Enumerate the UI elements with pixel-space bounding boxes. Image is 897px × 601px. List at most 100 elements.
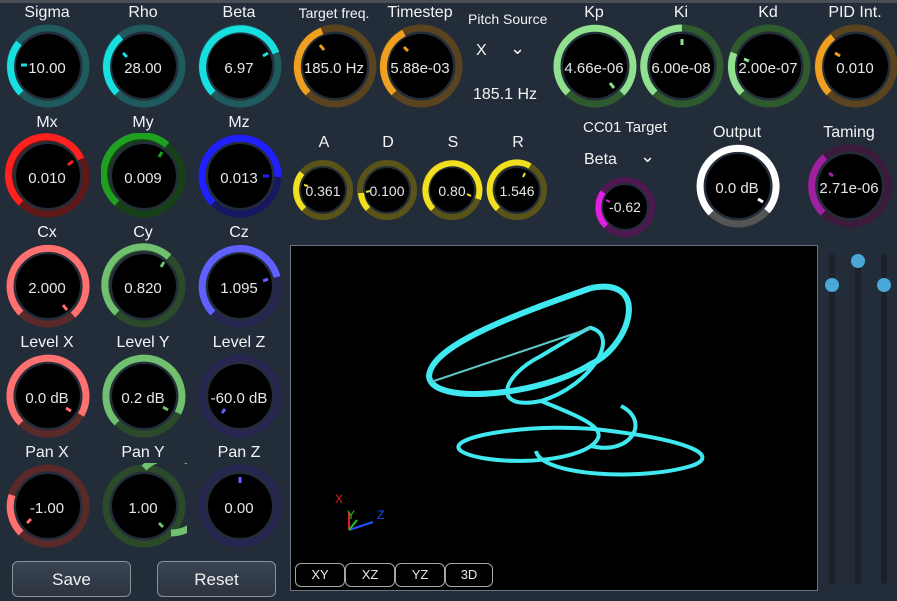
cy-value: 0.820: [124, 280, 162, 297]
pan-z-knob[interactable]: Pan Z 0.00: [194, 443, 284, 553]
ki-value: 6.00e-08: [651, 60, 711, 77]
pid-int-knob[interactable]: PID Int. 0.010: [810, 3, 897, 113]
level-y-knob[interactable]: Level Y 0.2 dB: [98, 333, 188, 443]
r-value: 1.546: [499, 183, 535, 199]
view-xy-button[interactable]: XY: [295, 563, 345, 587]
pan-z-value: 0.00: [224, 500, 254, 517]
view-yz-button[interactable]: YZ: [395, 563, 445, 587]
cy-knob[interactable]: Cy 0.820: [98, 223, 188, 333]
attractor-plot[interactable]: X Y Z: [290, 245, 818, 591]
cc01-target-label: CC01 Target: [583, 119, 667, 136]
pitch-readout: 185.1 Hz: [473, 86, 538, 103]
s-label: S: [447, 134, 459, 151]
output-value: 0.0 dB: [715, 180, 759, 197]
beta-label: Beta: [222, 4, 256, 21]
kd-value: 2.00e-07: [738, 60, 798, 77]
rho-value: 28.00: [124, 60, 162, 77]
beta-knob[interactable]: Beta 6.97: [194, 3, 284, 113]
vertical-slider-1[interactable]: [825, 254, 839, 584]
cc01-value: -0.62: [609, 199, 641, 215]
taming-value: 2.71e-06: [819, 180, 879, 197]
chevron-down-icon: ⌄: [510, 38, 526, 58]
level-z-label: Level Z: [212, 334, 266, 351]
mz-value: 0.013: [220, 170, 258, 187]
save-button[interactable]: Save: [12, 561, 131, 597]
level-x-knob[interactable]: Level X 0.0 dB: [2, 333, 92, 443]
my-knob[interactable]: My 0.009: [98, 113, 188, 223]
rho-knob[interactable]: Rho 28.00: [98, 3, 188, 113]
kp-knob[interactable]: Kp 4.66e-06: [549, 3, 639, 113]
kp-value: 4.66e-06: [564, 60, 624, 77]
chevron-down-icon: ⌄: [640, 146, 656, 166]
pid-int-label: PID Int.: [828, 4, 882, 21]
pid-int-value: 0.010: [836, 60, 874, 77]
pan-y-value: 1.00: [128, 500, 158, 517]
cc01-target-dropdown[interactable]: Beta ⌄: [580, 146, 664, 174]
d-label: D: [382, 134, 394, 151]
s-knob[interactable]: S 0.80: [421, 133, 485, 243]
timestep-label: Timestep: [387, 4, 453, 21]
ki-knob[interactable]: Ki 6.00e-08: [636, 3, 726, 113]
mx-label: Mx: [36, 114, 58, 131]
vertical-slider-3[interactable]: [877, 254, 891, 584]
kp-label: Kp: [584, 4, 604, 21]
taming-label: Taming: [823, 124, 875, 141]
s-value: 0.80: [438, 183, 466, 199]
y-axis-label: Y: [347, 508, 356, 522]
pan-y-label: Pan Y: [121, 444, 165, 461]
rho-label: Rho: [128, 4, 158, 21]
cc01-knob[interactable]: -0.62: [594, 172, 658, 242]
slider-1-thumb[interactable]: [825, 278, 839, 292]
a-label: A: [318, 134, 330, 151]
sigma-knob[interactable]: Sigma 10.00: [2, 3, 92, 113]
pitch-source-label: Pitch Source: [468, 11, 548, 27]
sigma-value: 10.00: [28, 60, 66, 77]
pan-z-label: Pan Z: [217, 444, 261, 461]
cz-knob[interactable]: Cz 1.095: [194, 223, 284, 333]
pan-x-label: Pan X: [25, 444, 69, 461]
r-label: R: [512, 134, 524, 151]
pitch-source-dropdown[interactable]: X ⌄: [470, 38, 540, 64]
taming-knob[interactable]: Taming 2.71e-06: [804, 123, 894, 233]
cz-label: Cz: [229, 224, 249, 241]
cx-knob[interactable]: Cx 2.000: [2, 223, 92, 333]
my-value: 0.009: [124, 170, 162, 187]
a-knob[interactable]: A 0.361: [292, 133, 356, 243]
target-freq-value: 185.0 Hz: [303, 60, 365, 77]
timestep-knob[interactable]: Timestep 5.88e-03: [375, 3, 465, 113]
cx-label: Cx: [37, 224, 57, 241]
pan-y-knob[interactable]: Pan Y 1.00: [98, 443, 188, 553]
mz-knob[interactable]: Mz 0.013: [194, 113, 284, 223]
level-y-label: Level Y: [116, 334, 170, 351]
z-axis-label: Z: [377, 508, 385, 522]
d-knob[interactable]: D 0.100: [356, 133, 420, 243]
cy-label: Cy: [133, 224, 153, 241]
view-xz-button[interactable]: XZ: [345, 563, 395, 587]
cx-value: 2.000: [28, 280, 66, 297]
attractor-trajectory: [348, 283, 705, 531]
output-knob[interactable]: Output 0.0 dB: [692, 123, 782, 233]
level-x-value: 0.0 dB: [25, 390, 69, 407]
sigma-label: Sigma: [24, 4, 70, 21]
pan-x-knob[interactable]: Pan X -1.00: [2, 443, 92, 553]
my-label: My: [132, 114, 154, 131]
level-x-label: Level X: [20, 334, 74, 351]
level-z-knob[interactable]: Level Z -60.0 dB: [194, 333, 284, 443]
slider-3-thumb[interactable]: [877, 278, 891, 292]
target-freq-knob[interactable]: Target freq. 185.0 Hz: [289, 3, 379, 113]
target-freq-label: Target freq.: [298, 5, 370, 21]
reset-button[interactable]: Reset: [157, 561, 276, 597]
output-label: Output: [712, 124, 762, 141]
d-value: 0.100: [369, 183, 405, 199]
mx-knob[interactable]: Mx 0.010: [2, 113, 92, 223]
slider-2-thumb[interactable]: [851, 254, 865, 268]
view-3d-button[interactable]: 3D: [445, 563, 493, 587]
r-knob[interactable]: R 1.546: [486, 133, 550, 243]
pitch-source-value: X: [476, 42, 487, 59]
cc01-target-value: Beta: [584, 151, 617, 168]
kd-label: Kd: [758, 4, 778, 21]
level-y-value: 0.2 dB: [121, 390, 165, 407]
kd-knob[interactable]: Kd 2.00e-07: [723, 3, 813, 113]
ki-label: Ki: [673, 4, 689, 21]
vertical-slider-2[interactable]: [851, 254, 865, 584]
